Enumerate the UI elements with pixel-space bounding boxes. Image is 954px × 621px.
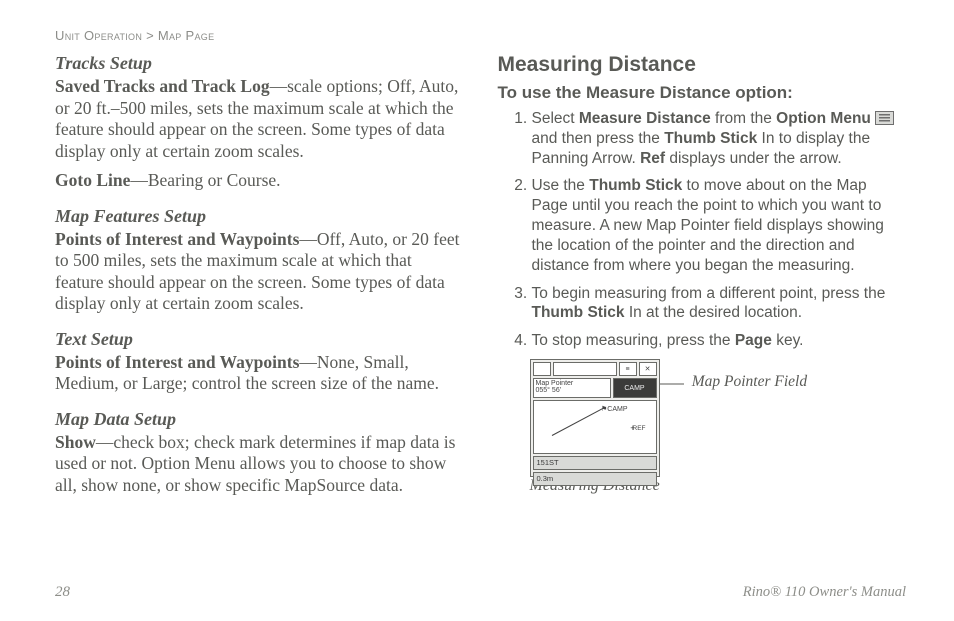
page-number: 28 (55, 584, 70, 601)
bold-thumb-stick-1: Thumb Stick (664, 130, 757, 147)
lead-saved-tracks: Saved Tracks and Track Log (55, 76, 270, 96)
ss-map-pointer-line2: 055° 56' (536, 387, 608, 394)
bold-thumb-stick-2: Thumb Stick (589, 177, 682, 194)
breadcrumb-part1: Unit Operation (55, 28, 142, 43)
lead-show: Show (55, 432, 96, 452)
steps-list: Select Measure Distance from the Option … (498, 109, 907, 351)
breadcrumb-sep: > (142, 28, 158, 43)
ss-map-pointer-cell: Map Pointer 055° 56' (533, 378, 611, 398)
lead-poi-waypoints-1: Points of Interest and Waypoints (55, 229, 299, 249)
ss-top-cell-center (553, 362, 617, 376)
left-column: Tracks Setup Saved Tracks and Track Log—… (55, 53, 464, 504)
step-1: Select Measure Distance from the Option … (532, 109, 907, 168)
title-measuring-distance: Measuring Distance (498, 53, 907, 77)
figure-measuring-distance: ≡ ✕ Map Pointer 055° 56' CAMP (530, 359, 907, 495)
lead-poi-waypoints-2: Points of Interest and Waypoints (55, 352, 299, 372)
ss-top-cell-1 (533, 362, 551, 376)
lead-goto-line: Goto Line (55, 170, 130, 190)
option-menu-icon (875, 111, 894, 125)
pointer-field-label: Map Pointer Field (692, 373, 807, 391)
bold-ref: Ref (640, 150, 665, 167)
heading-map-features-setup: Map Features Setup (55, 206, 464, 227)
ss-camp-cell: CAMP (613, 378, 657, 398)
text-show: —check box; check mark determines if map… (55, 432, 455, 495)
bold-thumb-stick-3: Thumb Stick (532, 304, 625, 321)
ss-bottom-row-2: 0.3m (533, 472, 657, 486)
manual-title: Rino® 110 Owner's Manual (743, 584, 906, 601)
para-tracks-1: Saved Tracks and Track Log—scale options… (55, 76, 464, 162)
ss-bottom-row-1: 151ST (533, 456, 657, 470)
callout-line-icon (660, 383, 684, 385)
para-text-setup: Points of Interest and Waypoints—None, S… (55, 352, 464, 395)
heading-text-setup: Text Setup (55, 329, 464, 350)
ss-map-course-line (551, 407, 604, 436)
para-map-data: Show—check box; check mark determines if… (55, 432, 464, 497)
text-goto-line: —Bearing or Course. (130, 170, 280, 190)
step-4: To stop measuring, press the Page key. (532, 331, 907, 351)
heading-tracks-setup: Tracks Setup (55, 53, 464, 74)
breadcrumb: Unit Operation > Map Page (55, 28, 906, 43)
para-map-features: Points of Interest and Waypoints—Off, Au… (55, 229, 464, 315)
ss-map-area: ⚑CAMP + REF (533, 400, 657, 454)
subtitle-use-measure-distance: To use the Measure Distance option: (498, 83, 907, 103)
ss-ref-label: REF (633, 425, 646, 432)
page-footer: 28 Rino® 110 Owner's Manual (55, 584, 906, 601)
breadcrumb-part2: Map Page (158, 28, 215, 43)
para-goto-line: Goto Line—Bearing or Course. (55, 170, 464, 192)
ss-flag-icon: ⚑CAMP (601, 405, 628, 413)
bold-option-menu: Option Menu (776, 110, 871, 127)
right-column: Measuring Distance To use the Measure Di… (498, 53, 907, 504)
device-screenshot: ≡ ✕ Map Pointer 055° 56' CAMP (530, 359, 660, 477)
bold-measure-distance: Measure Distance (579, 110, 711, 127)
step-2: Use the Thumb Stick to move about on the… (532, 176, 907, 275)
ss-top-cell-3: ≡ (619, 362, 637, 376)
heading-map-data-setup: Map Data Setup (55, 409, 464, 430)
bold-page: Page (735, 332, 772, 349)
ss-top-cell-4: ✕ (639, 362, 657, 376)
step-3: To begin measuring from a different poin… (532, 284, 907, 324)
